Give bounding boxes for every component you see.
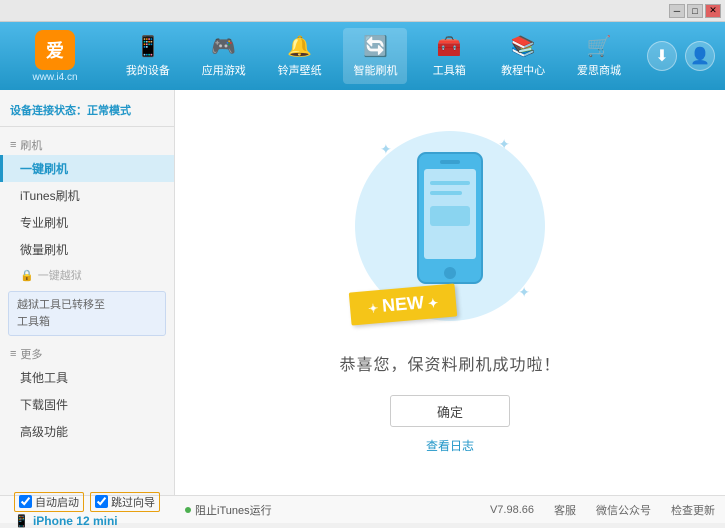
sparkle-2: ✦ [498, 136, 510, 153]
itunes-label: 阻止iTunes运行 [195, 502, 272, 518]
nav-toolbox-icon: 🧰 [437, 34, 462, 59]
itunes-status-dot [185, 507, 191, 513]
logo[interactable]: 爱 www.i4.cn [10, 30, 100, 83]
wechat-link[interactable]: 微信公众号 [596, 502, 651, 518]
sparkle-1: ✦ [380, 141, 392, 158]
nav-apps-games[interactable]: 🎮 应用游戏 [192, 28, 256, 84]
title-bar: ─ □ ✕ [0, 0, 725, 22]
skip-wizard-checkbox-label[interactable]: 跳过向导 [90, 492, 160, 512]
status-value: 正常模式 [87, 105, 131, 117]
nav-device-label: 我的设备 [126, 62, 170, 78]
sidebar-one-click-flash[interactable]: 一键刷机 [0, 155, 174, 182]
device-name: iPhone 12 mini [33, 514, 118, 528]
nav-my-device[interactable]: 📱 我的设备 [116, 28, 180, 84]
nav-tutorial[interactable]: 📚 教程中心 [491, 28, 555, 84]
nav-device-icon: 📱 [135, 34, 160, 59]
nav-shop-label: 爱思商城 [577, 62, 621, 78]
lock-icon: 🔒 [20, 269, 34, 282]
check-update-link[interactable]: 检查更新 [671, 502, 715, 518]
nav-tutorial-label: 教程中心 [501, 62, 545, 78]
section-more-icon: ≡ [10, 348, 16, 360]
nav-tutorial-icon: 📚 [511, 34, 536, 59]
sidebar-micro-flash[interactable]: 微量刷机 [0, 236, 174, 263]
minimize-btn[interactable]: ─ [669, 4, 685, 18]
customer-service-link[interactable]: 客服 [554, 502, 576, 518]
sidebar-pro-flash[interactable]: 专业刷机 [0, 209, 174, 236]
nav-toolbox-label: 工具箱 [433, 62, 466, 78]
section-more: ≡ 更多 [0, 342, 174, 364]
sparkle-3: ✦ [518, 284, 530, 301]
auto-start-checkbox[interactable] [19, 495, 32, 508]
nav-flash-label: 智能刷机 [353, 62, 397, 78]
nav-apps-icon: 🎮 [211, 34, 236, 59]
nav-bar: 📱 我的设备 🎮 应用游戏 🔔 铃声壁纸 🔄 智能刷机 🧰 工具箱 📚 教程中心… [110, 28, 637, 84]
section-flash-icon: ≡ [10, 139, 16, 151]
sidebar-download-firmware[interactable]: 下载固件 [0, 391, 174, 418]
logo-icon: 爱 [35, 30, 75, 70]
phone-illustration: ✦ ✦ ✦ NEW [360, 131, 540, 331]
nav-apps-label: 应用游戏 [202, 62, 246, 78]
itunes-status: 阻止iTunes运行 [185, 502, 272, 518]
section-more-label: 更多 [20, 346, 42, 362]
device-icon: 📱 [14, 514, 29, 528]
main-area: 设备连接状态：正常模式 ≡ 刷机 一键刷机 iTunes刷机 专业刷机 微量刷机… [0, 90, 725, 495]
section-flash: ≡ 刷机 [0, 133, 174, 155]
download-btn[interactable]: ⬇ [647, 41, 677, 71]
version-label: V7.98.66 [490, 504, 534, 516]
nav-ringtones[interactable]: 🔔 铃声壁纸 [268, 28, 332, 84]
view-log-link[interactable]: 查看日志 [426, 437, 474, 454]
sidebar-advanced[interactable]: 高级功能 [0, 418, 174, 445]
nav-ringtones-icon: 🔔 [287, 34, 312, 59]
nav-flash-icon: 🔄 [363, 34, 388, 59]
bottom-bar: 自动启动 跳过向导 📱 iPhone 12 mini 阻止iTunes运行 V7… [0, 495, 725, 523]
nav-toolbox[interactable]: 🧰 工具箱 [419, 28, 479, 84]
header-right: ⬇ 👤 [647, 41, 715, 71]
auto-start-label: 自动启动 [35, 494, 79, 510]
close-btn[interactable]: ✕ [705, 4, 721, 18]
bottom-left-section: 自动启动 跳过向导 📱 iPhone 12 mini [10, 492, 185, 528]
bottom-right: V7.98.66 客服 微信公众号 检查更新 [490, 502, 715, 518]
maximize-btn[interactable]: □ [687, 4, 703, 18]
nav-shop-icon: 🛒 [587, 34, 612, 59]
sidebar: 设备连接状态：正常模式 ≡ 刷机 一键刷机 iTunes刷机 专业刷机 微量刷机… [0, 90, 175, 495]
confirm-button[interactable]: 确定 [390, 395, 510, 427]
section-jailbreak-disabled: 🔒 一键越狱 [0, 263, 174, 285]
jailbreak-info-box: 越狱工具已转移至工具箱 [8, 291, 166, 336]
phone-svg [410, 151, 490, 291]
device-row: 📱 iPhone 12 mini [14, 514, 185, 528]
success-message: 恭喜您，保资料刷机成功啦！ [339, 351, 560, 375]
auto-start-checkbox-label[interactable]: 自动启动 [14, 492, 84, 512]
skip-wizard-checkbox[interactable] [95, 495, 108, 508]
status-label: 设备连接状态： [10, 105, 87, 117]
checkbox-row: 自动启动 跳过向导 [14, 492, 185, 512]
content-area: ✦ ✦ ✦ NEW 恭喜您，保资料刷机成功啦！ 确定 [175, 90, 725, 495]
logo-text: www.i4.cn [32, 72, 77, 83]
device-info: iPhone 12 mini [33, 514, 118, 528]
user-btn[interactable]: 👤 [685, 41, 715, 71]
connection-status: 设备连接状态：正常模式 [0, 98, 174, 127]
jailbreak-label: 一键越狱 [38, 267, 82, 283]
sidebar-other-tools[interactable]: 其他工具 [0, 364, 174, 391]
skip-wizard-label: 跳过向导 [111, 494, 155, 510]
nav-ringtones-label: 铃声壁纸 [278, 62, 322, 78]
nav-smart-flash[interactable]: 🔄 智能刷机 [343, 28, 407, 84]
section-flash-label: 刷机 [20, 137, 42, 153]
header: 爱 www.i4.cn 📱 我的设备 🎮 应用游戏 🔔 铃声壁纸 🔄 智能刷机 … [0, 22, 725, 90]
nav-shop[interactable]: 🛒 爱思商城 [567, 28, 631, 84]
sidebar-itunes-flash[interactable]: iTunes刷机 [0, 182, 174, 209]
